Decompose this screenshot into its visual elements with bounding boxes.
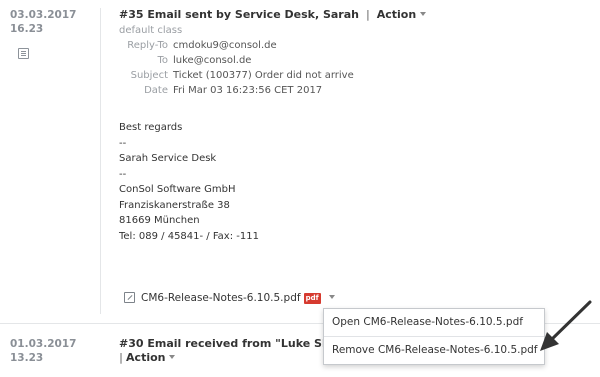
body-line: -- xyxy=(119,137,127,149)
entry-time: 13.23 xyxy=(10,352,44,364)
chevron-down-icon xyxy=(420,12,427,16)
header-label: Reply-To xyxy=(127,40,168,51)
action-label: Action xyxy=(126,351,166,364)
entry-title-text: #35 Email sent by Service Desk, Sarah xyxy=(119,8,359,21)
pdf-file-icon: pdf xyxy=(303,293,321,304)
body-line: Sarah Service Desk xyxy=(119,153,217,164)
entry-date: 03.03.2017 xyxy=(10,9,77,21)
header-date: Date Fri Mar 03 16:23:56 CET 2017 xyxy=(119,84,322,98)
menu-item-open-attachment[interactable]: Open CM6-Release-Notes-6.10.5.pdf xyxy=(324,309,544,335)
header-value: Fri Mar 03 16:23:56 CET 2017 xyxy=(173,85,323,96)
title-separator: | xyxy=(365,8,370,21)
header-label: To xyxy=(157,55,168,66)
body-line: ConSol Software GmbH xyxy=(119,184,236,195)
header-reply-to: Reply-To cmdoku9@consol.de xyxy=(119,39,277,53)
header-subject: Subject Ticket (100377) Order did not arr… xyxy=(119,69,354,83)
menu-item-remove-attachment[interactable]: Remove CM6-Release-Notes-6.10.5.pdf xyxy=(324,337,544,363)
body-line: Tel: 089 / 45841- / Fax: -111 xyxy=(119,230,259,242)
body-line: 81669 München xyxy=(119,215,200,226)
entry-title: #35 Email sent by Service Desk, Sarah | … xyxy=(119,8,427,22)
entry-date: 01.03.2017 xyxy=(10,338,77,350)
title-separator: | xyxy=(119,351,124,364)
attachment-filename[interactable]: CM6-Release-Notes-6.10.5.pdf xyxy=(141,292,301,304)
attachment-item[interactable]: CM6-Release-Notes-6.10.5.pdf pdf xyxy=(124,291,335,305)
header-value: cmdoku9@consol.de xyxy=(173,40,277,51)
body-line: Franziskanerstraße 38 xyxy=(119,199,230,211)
header-label: Date xyxy=(144,85,168,96)
action-menu-button[interactable]: Action xyxy=(376,8,427,21)
action-menu-button[interactable]: | Action xyxy=(119,351,176,365)
entry-class: default class xyxy=(119,25,183,36)
action-label: Action xyxy=(376,8,417,21)
entry-time: 16.23 xyxy=(10,23,44,35)
header-value: Ticket (100377) Order did not arrive xyxy=(173,70,354,81)
pointer-arrow-annotation xyxy=(540,300,592,351)
attachment-dropdown-menu: Open CM6-Release-Notes-6.10.5.pdf Remove… xyxy=(323,308,545,365)
body-line: Best regards xyxy=(119,122,183,133)
timeline-divider xyxy=(100,8,101,314)
header-label: Subject xyxy=(130,70,168,81)
paperclip-icon xyxy=(124,292,135,303)
email-body: Best regards -- Sarah Service Desk -- Co… xyxy=(119,120,259,244)
body-line: -- xyxy=(119,168,127,180)
header-value: luke@consol.de xyxy=(173,55,252,66)
header-to: To luke@consol.de xyxy=(119,54,251,68)
comment-icon[interactable] xyxy=(18,48,29,59)
chevron-down-icon xyxy=(169,355,176,359)
chevron-down-icon[interactable] xyxy=(328,295,335,299)
